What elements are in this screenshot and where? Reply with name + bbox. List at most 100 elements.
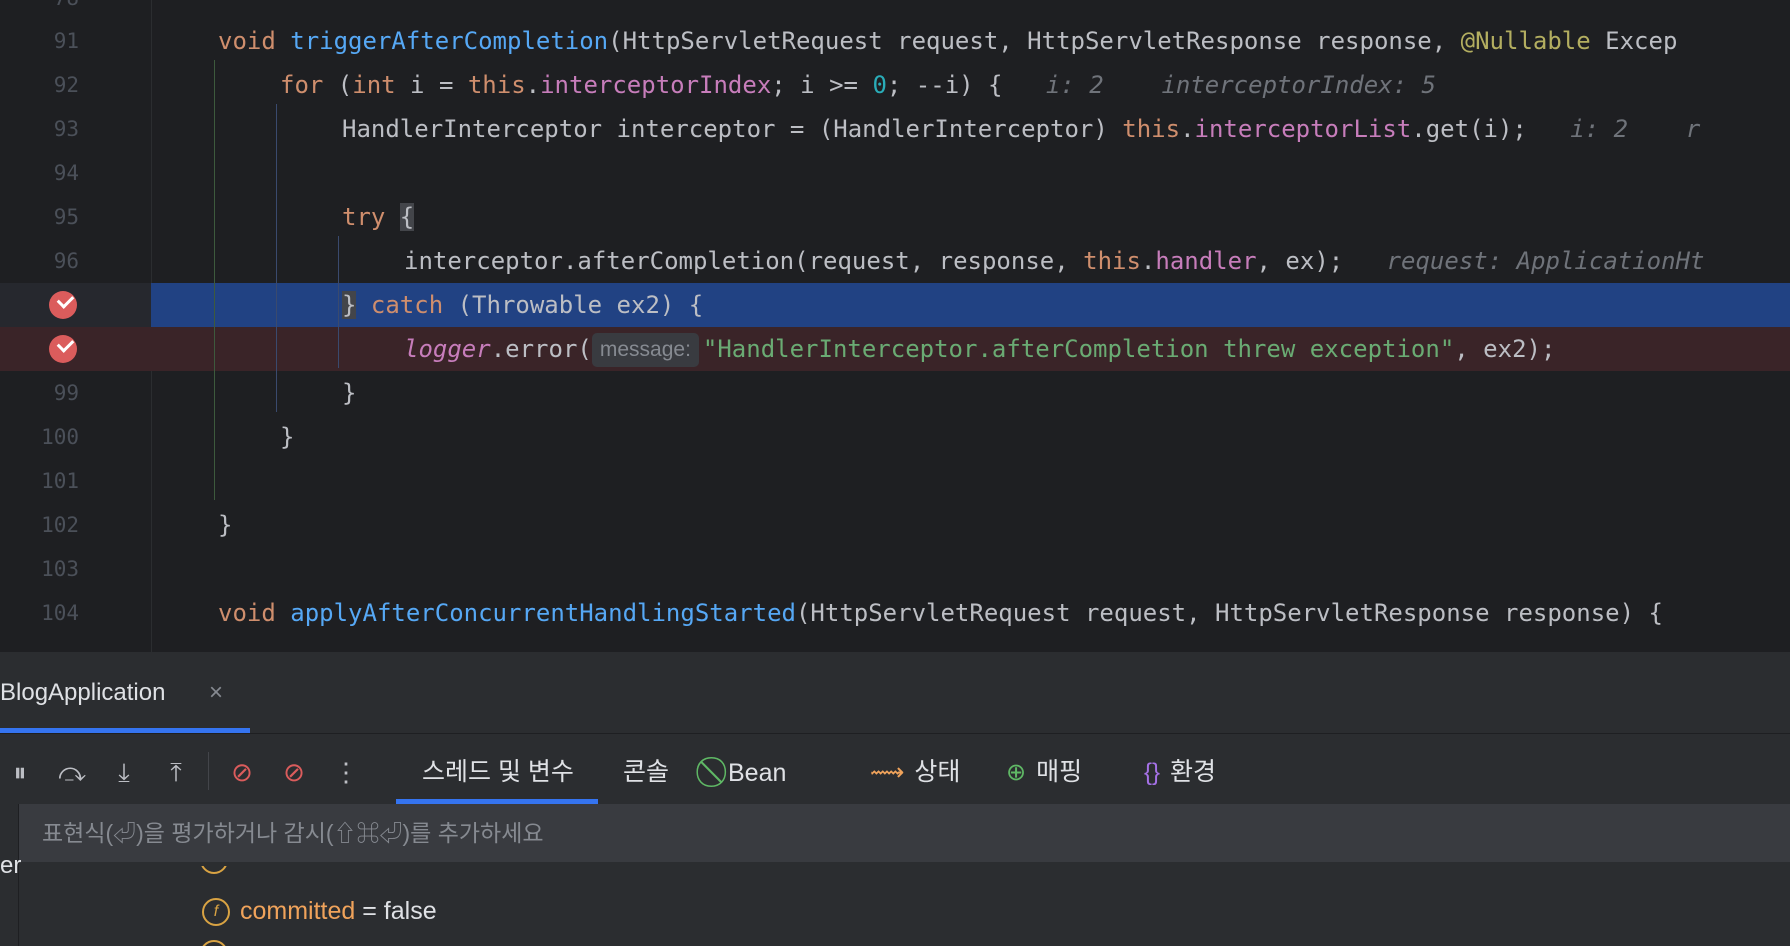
tab-health[interactable]: ⟿ 상태 <box>870 750 960 794</box>
debug-value-hint: i: 2 r <box>1570 115 1701 143</box>
variable-name: committed <box>240 897 356 925</box>
field-icon <box>200 866 228 874</box>
code-token: int <box>352 71 411 99</box>
code-text: } <box>342 371 356 415</box>
tab-bean[interactable]: ⃠Bean <box>718 750 786 794</box>
code-token: HandlerInterceptor interceptor = (Handle… <box>342 115 1123 143</box>
debug-tool-window: BlogApplication × ⏸ ⤼ ⤓ ⤒ ⊘ ⊘ ⋮ 스레드 및 변수… <box>0 652 1790 946</box>
tab-environment[interactable]: {} 환경 <box>1144 750 1216 794</box>
mute-breakpoints-icon[interactable]: ⊘ <box>276 750 312 794</box>
line-number[interactable]: 78 <box>0 0 79 20</box>
more-options-icon[interactable]: ⋮ <box>328 750 364 794</box>
code-text: } <box>218 503 232 547</box>
code-text: HandlerInterceptor interceptor = (Handle… <box>342 107 1700 151</box>
code-line[interactable]: 91 void triggerAfterCompletion(HttpServle… <box>0 19 1790 63</box>
pause-icon[interactable]: ⏸ <box>2 750 38 794</box>
close-icon[interactable]: × <box>209 652 223 734</box>
indent-guide <box>276 104 277 412</box>
step-into-icon[interactable]: ⤓ <box>106 750 142 794</box>
tab-threads-variables[interactable]: 스레드 및 변수 <box>422 750 574 794</box>
environment-braces-icon: {} <box>1144 759 1161 786</box>
code-token: { <box>399 203 415 231</box>
code-line[interactable]: 103 <box>0 547 1790 591</box>
code-line[interactable]: 104 void applyAfterConcurrentHandlingStar… <box>0 591 1790 635</box>
code-token: catch <box>370 291 458 319</box>
line-number[interactable]: 91 <box>0 19 79 63</box>
line-number[interactable]: 96 <box>0 239 79 283</box>
code-line[interactable]: 94 <box>0 151 1790 195</box>
step-out-icon[interactable]: ⤒ <box>158 750 194 794</box>
frames-panel-label: er <box>0 852 22 879</box>
code-line[interactable]: logger.error(message: "HandlerInterceptor… <box>0 327 1790 371</box>
code-line[interactable]: } catch (Throwable ex2) { <box>0 283 1790 327</box>
line-number[interactable]: 94 <box>0 151 79 195</box>
line-number[interactable]: 99 <box>0 371 79 415</box>
variable-row[interactable]: f committed = false <box>202 891 437 931</box>
tab-label: 매핑 <box>1036 758 1083 786</box>
tab-label: Bean <box>728 759 787 787</box>
code-line[interactable]: 96 interceptor.afterCompletion(request, r… <box>0 239 1790 283</box>
code-text: try { <box>342 195 415 239</box>
code-token: ; i >= <box>771 71 873 99</box>
code-token: for <box>280 71 338 99</box>
step-over-icon[interactable]: ⤼ <box>54 750 90 794</box>
line-number[interactable]: 101 <box>0 459 79 503</box>
breakpoint-icon[interactable] <box>49 291 77 319</box>
code-token: this <box>467 71 526 99</box>
field-icon <box>200 940 228 946</box>
run-tab-blogapplication[interactable]: BlogApplication <box>0 652 165 734</box>
code-token: ; --i) { <box>886 71 1046 99</box>
tab-mapping[interactable]: ⊕ 매핑 <box>1006 750 1082 794</box>
code-line[interactable]: 95 try { <box>0 195 1790 239</box>
line-number[interactable]: 103 <box>0 547 79 591</box>
code-line[interactable]: 92 for (int i = this.interceptorIndex; i … <box>0 63 1790 107</box>
code-line[interactable]: 78 <box>0 0 1790 20</box>
line-number[interactable]: 104 <box>0 591 79 635</box>
code-token: .error( <box>490 335 592 363</box>
field-icon: f <box>202 898 230 927</box>
code-line[interactable]: 99} <box>0 371 1790 415</box>
code-token: this <box>1083 247 1141 275</box>
code-token: i = <box>410 71 468 99</box>
code-token: logger <box>404 335 491 363</box>
code-text: void triggerAfterCompletion(HttpServletR… <box>218 19 1677 63</box>
code-text: logger.error(message: "HandlerInterceptor… <box>404 327 1555 371</box>
code-token: void <box>218 599 291 627</box>
code-token: } <box>280 423 295 451</box>
code-token: this <box>1122 115 1181 143</box>
line-number[interactable]: 92 <box>0 63 79 107</box>
code-token: , ex); <box>1256 247 1387 275</box>
tab-label: 환경 <box>1170 758 1217 786</box>
code-line[interactable]: 93 HandlerInterceptor interceptor = (Hand… <box>0 107 1790 151</box>
code-token: } <box>342 291 357 319</box>
view-breakpoints-icon[interactable]: ⊘ <box>224 750 260 794</box>
variable-row-partial <box>200 866 660 880</box>
parameter-hint: message: <box>591 333 699 367</box>
code-token: . <box>1180 115 1195 143</box>
code-token: . <box>1140 247 1156 275</box>
code-token: Excep <box>1590 27 1678 55</box>
code-token: @Nullable <box>1460 27 1591 55</box>
code-token: } <box>342 379 357 407</box>
breakpoint-icon[interactable] <box>49 335 77 363</box>
code-token: interceptorList <box>1194 115 1412 143</box>
code-line[interactable]: 101 <box>0 459 1790 503</box>
code-line[interactable]: 100} <box>0 415 1790 459</box>
line-number[interactable]: 100 <box>0 415 79 459</box>
line-number[interactable]: 93 <box>0 107 79 151</box>
code-token: ( <box>337 71 353 99</box>
line-number[interactable]: 95 <box>0 195 79 239</box>
evaluate-expression-input[interactable] <box>20 804 1790 862</box>
code-line[interactable]: 102} <box>0 503 1790 547</box>
line-number[interactable]: 102 <box>0 503 79 547</box>
frames-panel-edge[interactable]: er <box>0 804 22 946</box>
tab-label: 상태 <box>914 758 961 786</box>
tab-console[interactable]: 콘솔 <box>623 750 669 794</box>
code-text: } <box>280 415 294 459</box>
code-text: void applyAfterConcurrentHandlingStarted… <box>218 591 1663 635</box>
code-token: void <box>218 27 291 55</box>
code-token: } <box>218 511 233 539</box>
code-token: .get(i); <box>1411 115 1571 143</box>
code-editor[interactable]: 7891 void triggerAfterCompletion(HttpServ… <box>0 0 1790 652</box>
code-text: for (int i = this.interceptorIndex; i >=… <box>280 63 1436 107</box>
